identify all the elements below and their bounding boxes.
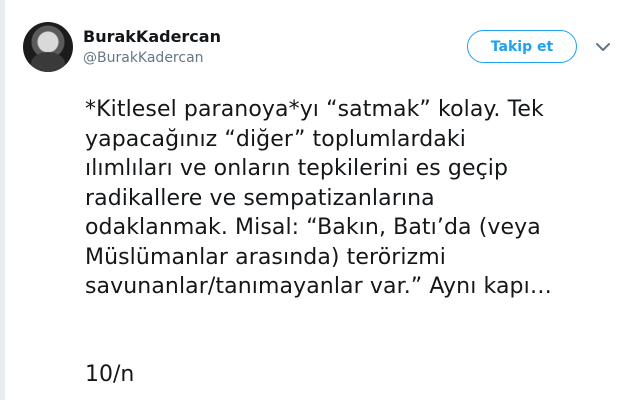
follow-button[interactable]: Takip et xyxy=(467,30,577,63)
thread-line xyxy=(0,0,5,400)
tweet-card: BurakKadercan @BurakKadercan Takip et *K… xyxy=(0,0,635,400)
tweet-text: *Kitlesel paranoya*yı “satmak” kolay. Te… xyxy=(85,97,552,299)
chevron-down-icon[interactable] xyxy=(594,38,612,56)
author-display-name[interactable]: BurakKadercan xyxy=(83,27,221,46)
thread-count: 10/n xyxy=(85,362,135,387)
author-handle[interactable]: @BurakKadercan xyxy=(83,50,204,66)
avatar[interactable] xyxy=(23,22,73,72)
